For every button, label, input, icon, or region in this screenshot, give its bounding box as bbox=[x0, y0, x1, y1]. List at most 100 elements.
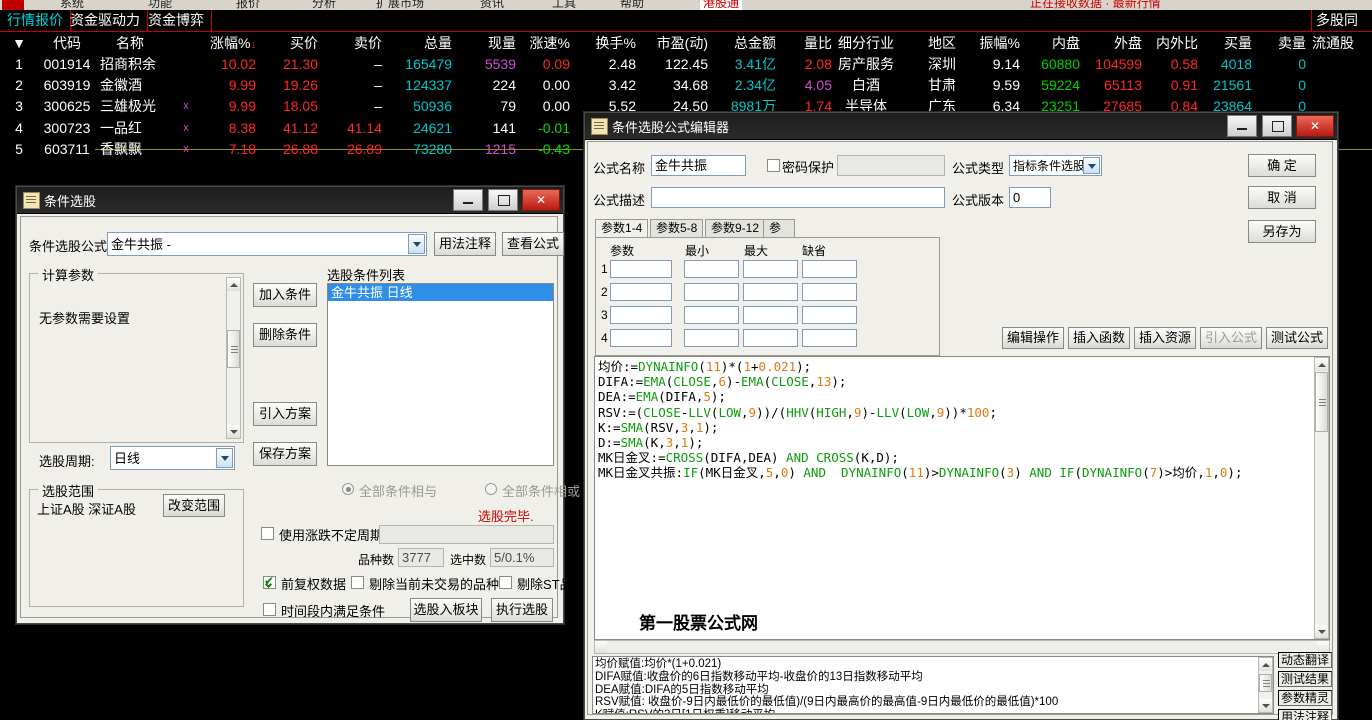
col-header-industry[interactable]: 细分行业 bbox=[822, 32, 910, 54]
radio-or[interactable] bbox=[485, 483, 497, 495]
exclude-st-label[interactable]: 剔除ST品种 bbox=[517, 574, 586, 593]
editor-titlebar[interactable]: 条件选股公式编辑器 ✕ bbox=[585, 113, 1337, 140]
save-as-button[interactable]: 另存为 bbox=[1248, 220, 1316, 243]
scrollbar-thumb[interactable] bbox=[1259, 674, 1272, 692]
param-input-2-param[interactable] bbox=[610, 283, 672, 301]
exclude-untraded-checkbox[interactable] bbox=[351, 576, 364, 589]
description-scrollbar[interactable] bbox=[1258, 657, 1273, 713]
chevron-down-icon[interactable] bbox=[1083, 157, 1100, 174]
tab-params-9-12[interactable]: 参数9-12 bbox=[705, 219, 766, 237]
param-input-3-min[interactable] bbox=[684, 306, 739, 324]
change-range-button[interactable]: 改变范围 bbox=[163, 494, 225, 517]
scroll-down-icon[interactable] bbox=[1259, 699, 1272, 712]
adjusted-data-checkbox[interactable] bbox=[263, 574, 276, 589]
param-input-3-default[interactable] bbox=[802, 306, 857, 324]
view-formula-button[interactable]: 查看公式 bbox=[502, 232, 564, 256]
period-satisfy-checkbox[interactable] bbox=[263, 603, 276, 616]
editor-close-button[interactable]: ✕ bbox=[1296, 115, 1334, 137]
hscroll-left-icon[interactable] bbox=[595, 641, 607, 653]
password-protect-label[interactable]: 密码保护 bbox=[782, 157, 834, 176]
period-satisfy-label[interactable]: 时间段内满足条件 bbox=[281, 601, 385, 620]
radio-or-label[interactable]: 全部条件相或 bbox=[502, 481, 580, 500]
param-input-2-default[interactable] bbox=[802, 283, 857, 301]
param-input-1-min[interactable] bbox=[684, 260, 739, 278]
col-header-sell-vol[interactable]: 卖量 bbox=[1258, 32, 1306, 54]
editor-maximize-button[interactable] bbox=[1261, 115, 1292, 137]
usage-note-button[interactable]: 用法注释 bbox=[434, 232, 496, 256]
col-header-outer[interactable]: 外盘 bbox=[1086, 32, 1142, 54]
param-input-1-param[interactable] bbox=[610, 260, 672, 278]
table-row[interactable]: 1 001914 招商积余 10.02 21.30 – 165479 5539 … bbox=[0, 54, 1372, 75]
param-input-2-max[interactable] bbox=[743, 283, 798, 301]
menu-item-2[interactable]: 报价 bbox=[236, 0, 260, 10]
scroll-up-icon[interactable] bbox=[227, 278, 240, 291]
radio-and[interactable] bbox=[342, 483, 354, 495]
test-formula-button[interactable]: 测试公式 bbox=[1266, 327, 1328, 349]
menu-item-3[interactable]: 分析 bbox=[312, 0, 336, 10]
col-header-change[interactable]: 涨幅%↓ bbox=[166, 32, 256, 54]
formula-desc-input[interactable] bbox=[651, 187, 945, 208]
delete-condition-button[interactable]: 删除条件 bbox=[253, 323, 317, 347]
unfixed-period-input[interactable] bbox=[379, 525, 554, 544]
adjusted-data-label[interactable]: 前复权数据 bbox=[281, 574, 346, 593]
param-wizard-button[interactable]: 参数精灵 bbox=[1278, 690, 1332, 706]
tab-params-5-8[interactable]: 参数5-8 bbox=[650, 219, 704, 237]
quote-tab-0[interactable]: 行情报价 bbox=[0, 10, 71, 31]
param-input-4-param[interactable] bbox=[610, 329, 672, 347]
param-input-4-min[interactable] bbox=[684, 329, 739, 347]
save-plan-button[interactable]: 保存方案 bbox=[253, 442, 317, 466]
password-input[interactable] bbox=[837, 155, 945, 176]
condition-listbox[interactable]: 金牛共振 日线 bbox=[327, 283, 554, 466]
col-header-amplitude[interactable]: 振幅% bbox=[958, 32, 1020, 54]
ok-button[interactable]: 确 定 bbox=[1248, 154, 1316, 177]
formula-type-select[interactable]: 指标条件选股 bbox=[1009, 155, 1102, 176]
formula-name-input[interactable]: 金牛共振 bbox=[651, 155, 746, 176]
formula-code-editor[interactable]: 均价:=DYNAINFO(11)*(1+0.021); DIFA:=EMA(CL… bbox=[594, 356, 1330, 640]
menu-item-7[interactable]: 帮助 bbox=[620, 0, 644, 10]
radio-and-label[interactable]: 全部条件相与 bbox=[359, 481, 437, 500]
chevron-down-icon[interactable] bbox=[408, 234, 425, 254]
quote-tab-2[interactable]: 资金博弈 bbox=[141, 10, 212, 31]
maximize-button[interactable] bbox=[487, 189, 518, 211]
run-screener-button[interactable]: 执行选股 bbox=[491, 598, 553, 622]
quote-tab-1[interactable]: 资金驱动力 bbox=[63, 10, 148, 31]
tab-params-13-16[interactable]: 参数13-16 bbox=[763, 219, 795, 286]
col-header-code[interactable]: 代码 bbox=[38, 32, 96, 54]
exclude-st-checkbox[interactable] bbox=[499, 576, 512, 589]
col-header-speed[interactable]: 涨速% bbox=[508, 32, 570, 54]
param-input-4-default[interactable] bbox=[802, 329, 857, 347]
unfixed-period-checkbox[interactable] bbox=[261, 527, 274, 540]
formula-select[interactable]: 金牛共振 - bbox=[107, 232, 427, 256]
col-header-turnover[interactable]: 换手% bbox=[574, 32, 636, 54]
chevron-down-icon[interactable] bbox=[216, 448, 233, 468]
param-input-4-max[interactable] bbox=[743, 329, 798, 347]
list-item[interactable]: 金牛共振 日线 bbox=[328, 284, 553, 301]
scroll-up-icon[interactable] bbox=[1315, 358, 1328, 371]
edit-operation-button[interactable]: 编辑操作 bbox=[1002, 327, 1064, 349]
col-header-name[interactable]: 名称 bbox=[100, 32, 160, 54]
scrollbar-thumb[interactable] bbox=[1315, 372, 1328, 432]
code-hscrollbar[interactable] bbox=[594, 640, 1330, 654]
multi-stock-label[interactable]: 多股同 bbox=[1316, 10, 1358, 31]
menu-item-0[interactable]: 系统 bbox=[60, 0, 84, 10]
code-scrollbar[interactable] bbox=[1314, 357, 1329, 639]
col-header-io-ratio[interactable]: 内外比 bbox=[1140, 32, 1198, 54]
test-result-button[interactable]: 测试结果 bbox=[1278, 671, 1332, 687]
scroll-down-icon[interactable] bbox=[227, 425, 240, 438]
param-input-2-min[interactable] bbox=[684, 283, 739, 301]
password-protect-checkbox[interactable] bbox=[767, 159, 780, 172]
col-header-buy-vol[interactable]: 买量 bbox=[1204, 32, 1252, 54]
tab-params-1-4[interactable]: 参数1-4 bbox=[595, 219, 649, 238]
col-header-ask[interactable]: 卖价 bbox=[322, 32, 382, 54]
usage-note-button-editor[interactable]: 用法注释 bbox=[1278, 709, 1332, 720]
select-to-block-button[interactable]: 选股入板块 bbox=[410, 598, 482, 622]
import-plan-button[interactable]: 引入方案 bbox=[253, 402, 317, 426]
scrollbar-thumb[interactable] bbox=[227, 330, 240, 368]
scroll-up-icon[interactable] bbox=[1259, 658, 1272, 671]
dynamic-translate-button[interactable]: 动态翻译 bbox=[1278, 652, 1332, 668]
insert-resource-button[interactable]: 插入资源 bbox=[1134, 327, 1196, 349]
screener-titlebar[interactable]: 条件选股 ✕ bbox=[17, 187, 563, 214]
table-row[interactable]: 2 603919 金徽酒 9.99 19.26 – 124337 224 0.0… bbox=[0, 75, 1372, 96]
col-header-bid[interactable]: 买价 bbox=[258, 32, 318, 54]
minimize-button[interactable] bbox=[453, 189, 484, 211]
